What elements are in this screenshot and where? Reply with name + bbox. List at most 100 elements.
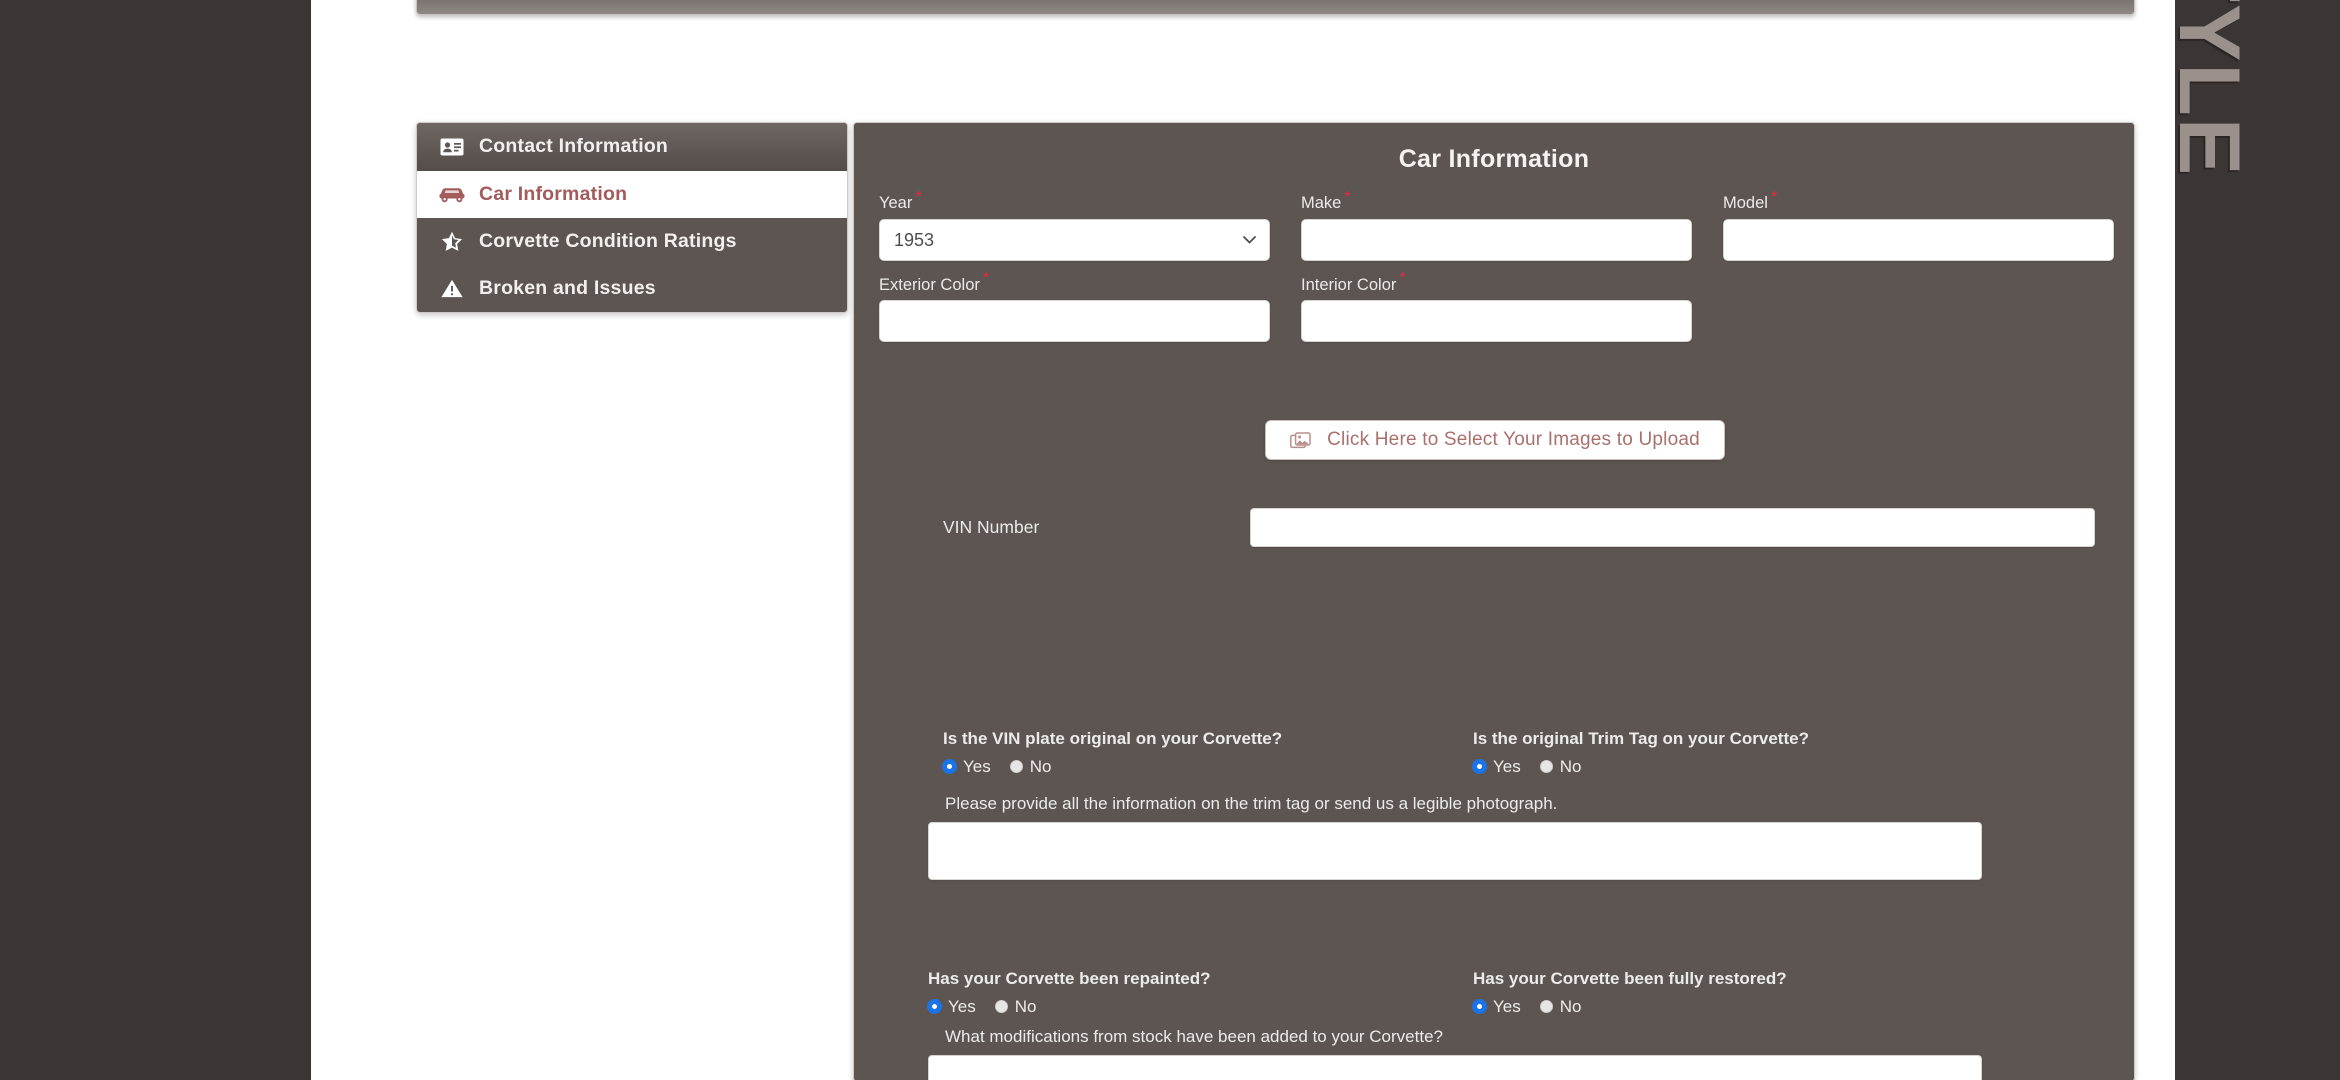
sidebar-item-label: Car Information: [479, 182, 628, 205]
required-asterisk: *: [1399, 270, 1406, 287]
upload-row: Click Here to Select Your Images to Uplo…: [854, 420, 2134, 460]
radio-option-yes[interactable]: Yes: [1473, 998, 1521, 1015]
sidebar-item-corvette-condition-ratings[interactable]: Corvette Condition Ratings: [417, 218, 847, 265]
sidebar-item-label: Corvette Condition Ratings: [479, 229, 737, 252]
question-label: Is the original Trim Tag on your Corvett…: [1473, 729, 1809, 748]
trim-tag-details-textarea[interactable]: [928, 822, 1982, 880]
sidebar-item-car-information[interactable]: Car Information: [417, 171, 847, 218]
field-interior-color-label: Interior Color *: [1301, 271, 1692, 294]
field-make-label-text: Make: [1301, 194, 1342, 212]
field-interior-color: Interior Color *: [1301, 271, 1692, 342]
radio-pair-repaint-restore: Has your Corvette been repainted? Yes No: [854, 970, 2134, 1015]
radio-dot-unselected: [1539, 1000, 1553, 1013]
radio-option-label: Yes: [948, 997, 976, 1016]
radio-pair-vin-trim: Is the VIN plate original on your Corvet…: [854, 730, 2134, 775]
vin-number-row: VIN Number: [943, 508, 2095, 547]
model-input[interactable]: [1723, 218, 2114, 261]
radio-group: Yes No: [943, 758, 1473, 775]
question-label: Has your Corvette been repainted?: [928, 969, 1211, 988]
field-row-1: Year * 1953 Make * Model *: [879, 189, 2115, 261]
field-year-label-text: Year: [879, 194, 913, 212]
required-asterisk: *: [1770, 188, 1778, 206]
radio-dot-selected: [1473, 1000, 1486, 1013]
radio-option-yes[interactable]: Yes: [1473, 758, 1521, 775]
required-asterisk: *: [982, 270, 990, 287]
radio-option-label: Yes: [1493, 997, 1521, 1016]
vin-number-label: VIN Number: [943, 516, 1040, 537]
right-background-rail: ESTYLE: [2175, 0, 2340, 1080]
left-background-rail: [0, 0, 311, 1080]
field-model: Model *: [1723, 189, 2114, 261]
field-exterior-color-label: Exterior Color *: [879, 271, 1270, 294]
radio-option-no[interactable]: No: [1539, 757, 1582, 776]
radio-dot-selected: [943, 760, 956, 773]
question-trim-tag-original: Is the original Trim Tag on your Corvett…: [1473, 730, 2003, 775]
interior-color-input[interactable]: [1301, 300, 1692, 342]
radio-dot-selected: [928, 1000, 941, 1013]
radio-option-yes[interactable]: Yes: [943, 758, 991, 775]
page-title: Car Information: [1398, 145, 1590, 173]
modifications-label: What modifications from stock have been …: [945, 1027, 1443, 1046]
radio-option-label: Yes: [1493, 757, 1521, 776]
radio-dot-unselected: [1009, 760, 1023, 773]
page-root: ESTYLE Contact Information: [0, 0, 2340, 1080]
upload-images-button-label: Click Here to Select Your Images to Uplo…: [1327, 429, 1700, 450]
question-vin-plate-original: Is the VIN plate original on your Corvet…: [943, 730, 1473, 775]
sidebar-item-contact-information[interactable]: Contact Information: [417, 123, 847, 171]
make-input[interactable]: [1301, 218, 1692, 261]
field-row-2: Exterior Color * Interior Color *: [879, 271, 2115, 342]
radio-option-label: No: [1559, 997, 1582, 1016]
question-label: Is the VIN plate original on your Corvet…: [943, 729, 1283, 748]
radio-option-label: Yes: [963, 757, 991, 776]
sidebar-item-broken-and-issues[interactable]: Broken and Issues: [417, 265, 847, 312]
modifications-block: What modifications from stock have been …: [928, 1028, 2088, 1080]
sidebar-item-label: Contact Information: [479, 135, 669, 158]
field-year-label: Year *: [879, 189, 1270, 212]
radio-group: Yes No: [1473, 998, 2018, 1015]
previous-section-panel-stub: [416, 0, 2135, 15]
trim-tag-details-label: Please provide all the information on th…: [945, 794, 1558, 813]
car-information-panel: Car Information Year * 1953 Make * Model…: [853, 122, 2135, 1080]
exterior-color-input[interactable]: [879, 300, 1270, 342]
required-asterisk: *: [1344, 188, 1351, 206]
field-exterior-color: Exterior Color *: [879, 271, 1270, 342]
field-exterior-color-label-text: Exterior Color: [879, 275, 980, 294]
field-model-label: Model *: [1723, 189, 2114, 212]
radio-dot-selected: [1473, 760, 1486, 773]
question-fully-restored: Has your Corvette been fully restored? Y…: [1473, 970, 2018, 1015]
radio-option-no[interactable]: No: [1539, 997, 1582, 1016]
field-grid: Year * 1953 Make * Model * Exterior Colo…: [879, 189, 2115, 358]
field-make: Make *: [1301, 189, 1692, 261]
radio-dot-unselected: [1539, 760, 1553, 773]
radio-option-no[interactable]: No: [994, 997, 1037, 1016]
question-label: Has your Corvette been fully restored?: [1473, 969, 1787, 988]
required-asterisk: *: [915, 188, 922, 206]
radio-option-label: No: [1029, 757, 1052, 776]
radio-option-label: No: [1014, 997, 1037, 1016]
id-card-icon: [439, 136, 465, 158]
radio-option-yes[interactable]: Yes: [928, 998, 976, 1015]
radio-dot-unselected: [994, 1000, 1008, 1013]
field-model-label-text: Model: [1723, 194, 1768, 212]
question-repainted: Has your Corvette been repainted? Yes No: [928, 970, 1473, 1015]
form-wizard: Contact Information Car Information Corv…: [416, 122, 2135, 1080]
wizard-sidebar: Contact Information Car Information Corv…: [416, 122, 848, 313]
radio-group: Yes No: [1473, 758, 2003, 775]
brand-vertical-text: ESTYLE: [2175, 0, 2257, 178]
field-year: Year * 1953: [879, 189, 1270, 261]
year-select-wrap: 1953: [879, 218, 1270, 261]
sidebar-item-label: Broken and Issues: [479, 276, 656, 299]
car-icon: [439, 184, 465, 206]
trim-tag-details-block: Please provide all the information on th…: [928, 795, 2088, 885]
field-make-label: Make *: [1301, 189, 1692, 212]
field-interior-color-label-text: Interior Color: [1301, 275, 1397, 294]
radio-option-no[interactable]: No: [1009, 757, 1052, 776]
modifications-textarea[interactable]: [928, 1055, 1982, 1080]
radio-option-label: No: [1559, 757, 1582, 776]
image-icon: [1290, 431, 1311, 449]
vin-number-input[interactable]: [1250, 508, 2095, 547]
radio-group: Yes No: [928, 998, 1473, 1015]
upload-images-button[interactable]: Click Here to Select Your Images to Uplo…: [1265, 420, 1725, 460]
year-select[interactable]: 1953: [879, 218, 1270, 261]
star-icon: [439, 231, 465, 253]
